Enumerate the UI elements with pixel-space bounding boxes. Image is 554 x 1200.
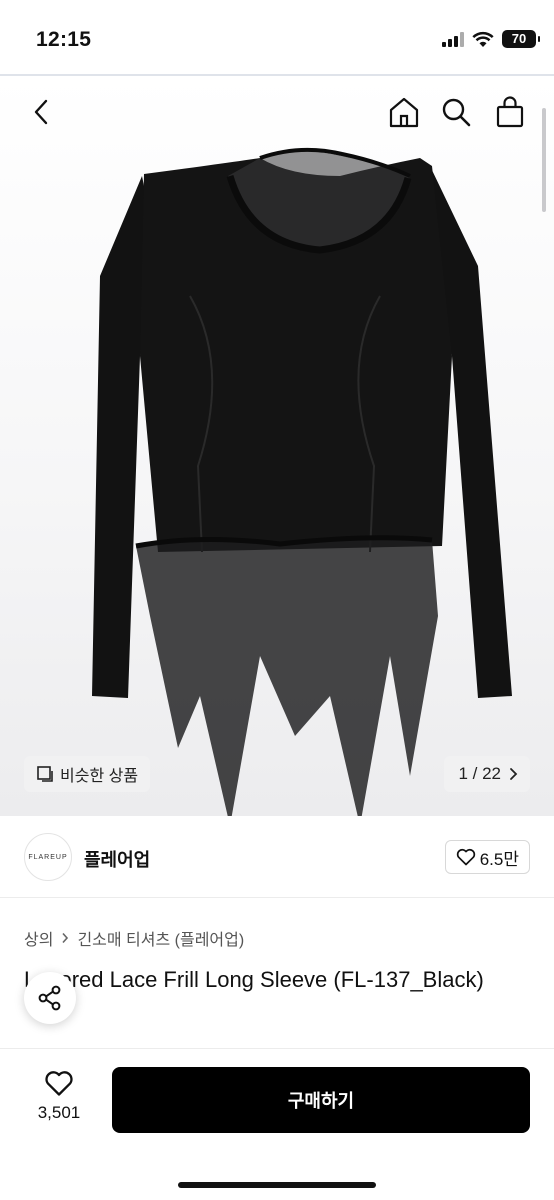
shop-row[interactable]: FLAREUP 플레어업 6.5만 [0,816,554,898]
similar-products-label: 비슷한 상품 [60,768,139,785]
product-title: Layered Lace Frill Long Sleeve (FL-137_B… [24,967,484,992]
shop-name[interactable]: 플레어업 [84,846,150,872]
similar-products-button[interactable]: 비슷한 상품 [24,756,151,792]
wifi-icon [472,31,494,47]
home-indicator [178,1182,376,1188]
breadcrumb: 상의 긴소매 티셔츠 (플레어업) [24,926,244,950]
back-button[interactable] [22,92,62,132]
shop-like-button[interactable]: 6.5만 [444,840,530,874]
heart-icon [45,1071,73,1096]
status-bar: 12:15 70 [0,0,554,74]
cart-button[interactable] [490,92,530,132]
product-image-carousel[interactable]: 비슷한 상품 1 / 22 [0,76,554,816]
wishlist-button[interactable]: 3,501 [26,1069,92,1123]
share-button[interactable] [24,972,76,1024]
shop-like-count: 6.5만 [479,849,519,869]
image-pager-count: 1 / 22 [458,764,501,783]
search-button[interactable] [436,92,476,132]
home-button[interactable] [384,92,424,132]
scroll-indicator[interactable] [542,108,546,212]
shop-logo[interactable]: FLAREUP [24,833,72,881]
product-photo [92,147,512,816]
chevron-right-icon [62,932,69,944]
chevron-right-icon [510,768,518,780]
battery-indicator: 70 [502,30,540,48]
breadcrumb-category[interactable]: 상의 [24,926,53,950]
share-icon [38,985,61,1011]
search-icon [442,98,471,127]
buy-button[interactable]: 구매하기 [112,1067,530,1133]
breadcrumb-subcategory[interactable]: 긴소매 티셔츠 (플레어업) [77,926,244,950]
status-icons: 70 [442,30,540,48]
shopping-bag-icon [496,96,524,128]
bottom-action-bar: 3,501 구매하기 [0,1048,554,1200]
home-icon [389,97,419,128]
similar-items-icon [37,766,53,782]
cellular-signal-icon [442,31,464,47]
chevron-left-icon [34,99,48,125]
wishlist-count: 3,501 [37,1103,81,1122]
status-time: 12:15 [36,28,92,51]
heart-icon [456,848,475,866]
image-pager-button[interactable]: 1 / 22 [444,756,530,792]
